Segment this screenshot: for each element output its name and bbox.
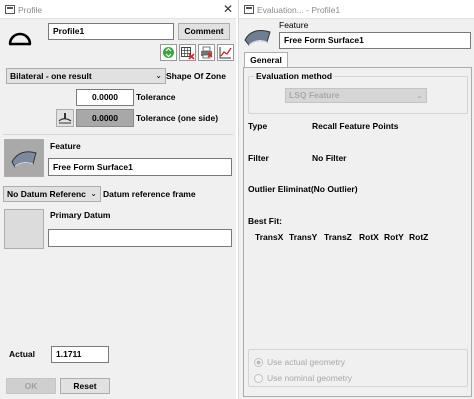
chevron-down-icon: ⌄ bbox=[416, 91, 423, 100]
evaluation-window-title: Evaluation... - Profile1 bbox=[257, 5, 341, 15]
best-fit-label: Best Fit: bbox=[248, 216, 282, 226]
datum-reference-select[interactable]: No Datum Referenc ⌄ bbox=[3, 186, 101, 202]
feature-field[interactable]: Free Form Surface1 bbox=[48, 158, 232, 176]
datum-reference-value: No Datum Referenc bbox=[7, 189, 86, 199]
profile-titlebar[interactable]: Profile ✕ bbox=[0, 0, 236, 19]
recycle-icon[interactable] bbox=[160, 44, 177, 61]
primary-datum-field[interactable] bbox=[48, 229, 232, 247]
chart-icon[interactable] bbox=[217, 44, 234, 61]
evaluation-titlebar[interactable]: Evaluation... - Profile1 bbox=[239, 0, 474, 19]
actual-value-field: 1.1711 bbox=[51, 346, 109, 363]
reset-button[interactable]: Reset bbox=[60, 378, 110, 394]
best-fit-roty[interactable]: RotY bbox=[384, 232, 404, 242]
best-fit-transx[interactable]: TransX bbox=[255, 232, 283, 242]
evaluation-method-value: LSQ Feature bbox=[289, 90, 340, 100]
feature-selector-button[interactable] bbox=[4, 139, 44, 177]
tolerance-one-side-field: 0.0000 bbox=[76, 109, 134, 127]
tab-general-label: General bbox=[250, 55, 282, 65]
best-fit-transy[interactable]: TransY bbox=[289, 232, 317, 242]
surface-feature-icon bbox=[11, 151, 37, 168]
datum-reference-label: Datum reference frame bbox=[103, 189, 196, 199]
feature-label: Feature bbox=[50, 141, 81, 151]
best-fit-rotz[interactable]: RotZ bbox=[409, 232, 428, 242]
profile-symbol-icon bbox=[8, 32, 32, 46]
chevron-down-icon: ⌄ bbox=[155, 71, 162, 80]
tab-general[interactable]: General bbox=[244, 52, 288, 68]
use-nominal-geometry-radio: Use nominal geometry bbox=[254, 373, 353, 384]
shape-of-zone-value: Bilateral - one result bbox=[10, 71, 92, 81]
radio-selected-icon bbox=[254, 358, 263, 368]
type-value: Recall Feature Points bbox=[312, 121, 399, 131]
app-icon bbox=[5, 5, 15, 14]
shape-of-zone-select[interactable]: Bilateral - one result ⌄ bbox=[6, 68, 166, 84]
best-fit-rotx[interactable]: RotX bbox=[359, 232, 379, 242]
comment-button[interactable]: Comment bbox=[178, 23, 230, 40]
evaluation-feature-label: Feature bbox=[279, 20, 309, 30]
evaluation-method-label: Evaluation method bbox=[254, 71, 335, 81]
tolerance-one-side-label: Tolerance (one side) bbox=[136, 113, 219, 123]
evaluation-feature-field: Free Form Surface1 bbox=[279, 32, 471, 49]
use-nominal-geometry-label: Use nominal geometry bbox=[267, 373, 353, 383]
tab-panel: Evaluation method LSQ Feature ⌄ Type Rec… bbox=[243, 67, 472, 397]
actual-label: Actual bbox=[9, 349, 35, 359]
best-fit-transz[interactable]: TransZ bbox=[324, 232, 352, 242]
primary-datum-label: Primary Datum bbox=[50, 210, 111, 220]
evaluation-window: Evaluation... - Profile1 Feature Free Fo… bbox=[238, 0, 474, 399]
profile-window-title: Profile bbox=[18, 5, 43, 15]
use-actual-geometry-radio: Use actual geometry bbox=[254, 357, 345, 368]
use-actual-geometry-label: Use actual geometry bbox=[267, 357, 345, 367]
grid-filter-icon[interactable] bbox=[179, 44, 196, 61]
shape-of-zone-label: Shape Of Zone bbox=[166, 71, 226, 81]
divider bbox=[3, 134, 233, 135]
tolerance-one-side-icon[interactable] bbox=[56, 109, 74, 127]
profile-window: Profile ✕ Profile1 Comment Bilateral - o… bbox=[0, 0, 236, 399]
evaluation-method-select: LSQ Feature ⌄ bbox=[285, 88, 427, 103]
primary-datum-selector-button[interactable] bbox=[4, 209, 44, 249]
radio-icon bbox=[254, 374, 263, 384]
printer-icon[interactable] bbox=[198, 44, 215, 61]
close-icon[interactable]: ✕ bbox=[222, 2, 234, 16]
type-label: Type bbox=[248, 121, 268, 131]
chevron-down-icon: ⌄ bbox=[90, 189, 97, 198]
outlier-elimination-label: Outlier Eliminat(No Outlier) bbox=[248, 184, 358, 194]
tolerance-label: Tolerance bbox=[136, 92, 176, 102]
surface-feature-icon bbox=[244, 30, 271, 46]
ok-button[interactable]: OK bbox=[6, 378, 56, 394]
tolerance-field[interactable]: 0.0000 bbox=[76, 89, 134, 106]
app-icon bbox=[244, 5, 254, 14]
profile-name-field[interactable]: Profile1 bbox=[48, 23, 174, 40]
filter-label: Filter bbox=[248, 153, 269, 163]
filter-value: No Filter bbox=[312, 153, 347, 163]
